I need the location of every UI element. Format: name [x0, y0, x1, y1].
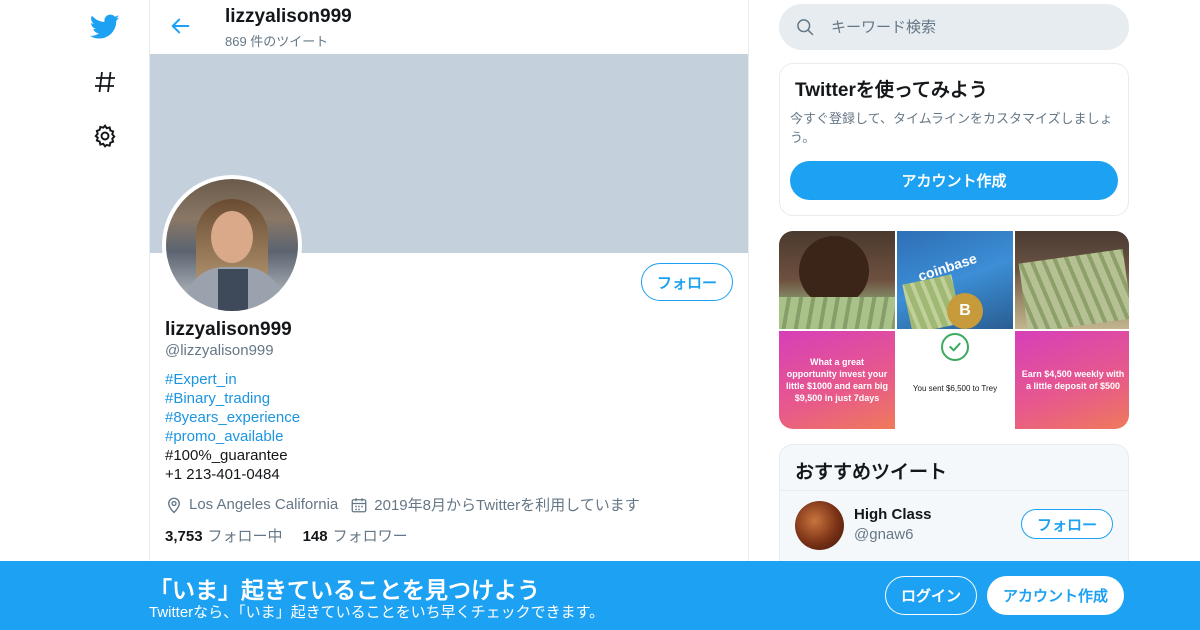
profile-bio: #Expert_in #Binary_trading #8years_exper… [165, 370, 300, 484]
media-caption: What a great opportunity invest your lit… [785, 357, 889, 403]
profile-column: lizzyalison999 869 件のツイート フォロー lizzyalis… [149, 0, 749, 630]
bottom-bar-subtitle: Twitterなら、「いま」起きていることをいち早くチェックできます。 [149, 604, 605, 621]
hashtag-link[interactable]: #promo_available [165, 427, 300, 446]
signup-card-title: Twitterを使ってみよう [795, 80, 988, 101]
location-pin-icon [165, 496, 183, 514]
media-thumbnail[interactable]: What a great opportunity invest your lit… [779, 331, 895, 429]
profile-location: Los Angeles California [189, 496, 339, 513]
bitcoin-icon: B [947, 293, 983, 329]
media-caption: You sent $6,500 to Trey [912, 384, 998, 393]
hashtag-link[interactable]: #Binary_trading [165, 389, 300, 408]
recommended-account-handle: @gnaw6 [854, 526, 914, 543]
following-link[interactable]: 3,753 フォロー中 [165, 525, 283, 546]
signup-card: Twitterを使ってみよう 今すぐ登録して、タイムラインをカスタマイズしましょ… [779, 63, 1129, 216]
hashtag-icon[interactable] [86, 63, 124, 101]
hashtag-link[interactable]: #Expert_in [165, 370, 300, 389]
media-thumbnail[interactable]: Earn $4,500 weekly with a little deposit… [1015, 331, 1129, 429]
search-box[interactable] [779, 4, 1129, 50]
back-arrow-icon[interactable] [166, 11, 196, 41]
search-icon [795, 17, 815, 37]
recommended-tweets-card: おすすめツイート High Class @gnaw6 フォロー [779, 444, 1129, 574]
recommended-account-name[interactable]: High Class [854, 506, 932, 523]
profile-avatar[interactable] [162, 175, 302, 315]
profile-joined: 2019年8月からTwitterを利用しています [374, 497, 640, 514]
divider [780, 490, 1128, 491]
profile-header: lizzyalison999 869 件のツイート [150, 0, 748, 54]
follow-counts: 3,753 フォロー中 148 フォロワー [165, 525, 428, 546]
media-thumbnail[interactable]: You sent $6,500 to Trey [897, 331, 1013, 429]
bottom-bar-title: 「いま」起きていることを見つけよう [149, 577, 540, 603]
profile-handle: @lizzyalison999 [165, 342, 274, 359]
bio-text: #100%_guarantee [165, 447, 288, 464]
hashtag-link[interactable]: #8years_experience [165, 408, 300, 427]
signup-prompt-bar: 「いま」起きていることを見つけよう Twitterなら、「いま」起きていることを… [0, 561, 1200, 630]
recommended-title: おすすめツイート [795, 462, 948, 483]
gear-icon[interactable] [86, 117, 124, 155]
media-gallery: coinbase B What a great opportunity inve… [779, 231, 1129, 429]
tweet-count: 869 件のツイート [225, 34, 329, 49]
signup-card-description: 今すぐ登録して、タイムラインをカスタマイズしましょう。 [790, 111, 1113, 145]
bio-phone: +1 213-401-0484 [165, 466, 280, 483]
recommended-follow-button[interactable]: フォロー [1021, 509, 1113, 539]
followers-link[interactable]: 148 フォロワー [303, 525, 408, 546]
calendar-icon [350, 496, 368, 514]
follow-button[interactable]: フォロー [641, 263, 733, 301]
media-thumbnail[interactable] [779, 231, 895, 329]
search-input[interactable] [831, 18, 1111, 36]
create-account-button[interactable]: アカウント作成 [790, 161, 1118, 200]
profile-meta: Los Angeles California 2019年8月からTwitterを… [165, 494, 640, 515]
profile-name: lizzyalison999 [165, 319, 292, 340]
media-caption: Earn $4,500 weekly with a little deposit… [1021, 369, 1125, 391]
header-title: lizzyalison999 [225, 6, 352, 27]
login-button[interactable]: ログイン [885, 576, 977, 615]
media-thumbnail[interactable] [1015, 231, 1129, 329]
twitter-logo-icon[interactable] [86, 8, 124, 46]
left-navigation [0, 0, 150, 630]
bottom-create-account-button[interactable]: アカウント作成 [987, 576, 1124, 615]
avatar[interactable] [795, 501, 844, 550]
media-thumbnail[interactable]: coinbase B [897, 231, 1013, 329]
